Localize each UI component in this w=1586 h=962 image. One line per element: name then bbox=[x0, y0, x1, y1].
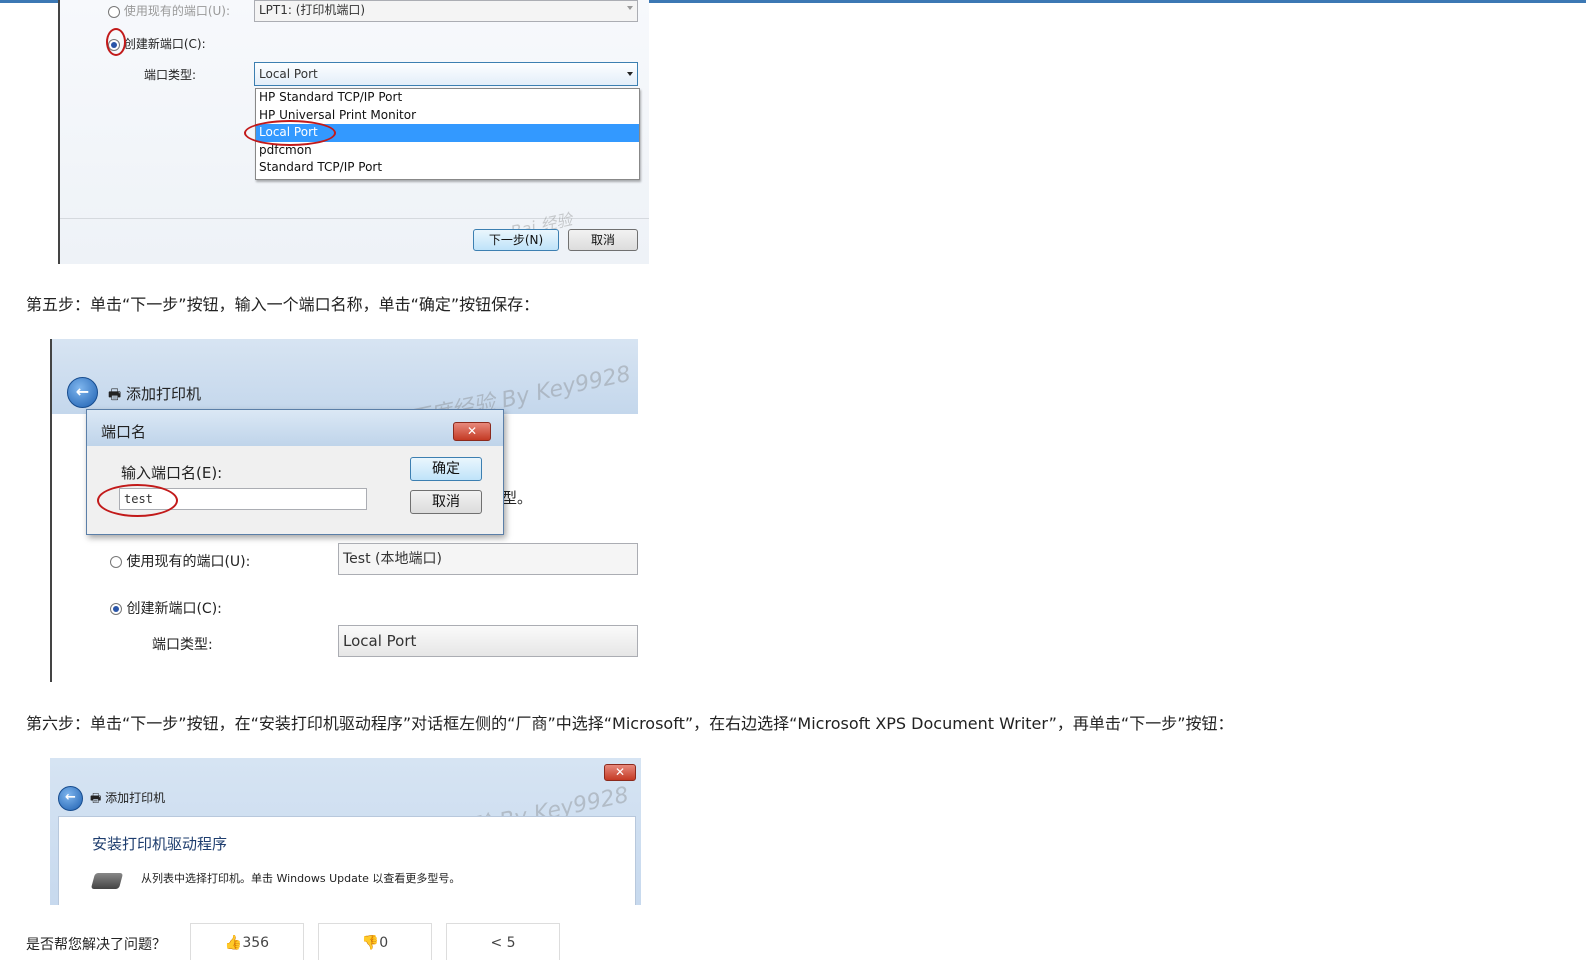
back-arrow-icon[interactable]: ← bbox=[67, 377, 98, 408]
radio-new-port[interactable]: 创建新端口(C): bbox=[110, 598, 222, 618]
port-type-label: 端口类型: bbox=[144, 68, 197, 82]
screenshot-port-name: ← 🖶 添加打印机 百度经验 By Key9928 型。 端口名 ✕ 输入端口名… bbox=[50, 339, 638, 682]
dislike-button[interactable]: 👎0 bbox=[318, 923, 432, 960]
radio-existing-port[interactable]: 使用现有的端口(U): bbox=[108, 2, 230, 19]
port-type-combo[interactable]: Local Port bbox=[254, 62, 638, 86]
port-type-option[interactable]: HP Standard TCP/IP Port bbox=[256, 89, 639, 107]
back-arrow-icon[interactable]: ← bbox=[58, 786, 83, 811]
dialog-titlebar bbox=[87, 410, 503, 446]
highlight-circle bbox=[106, 28, 126, 56]
printer-icon: 🖶 bbox=[108, 387, 122, 403]
window-title: 🖶 添加打印机 bbox=[90, 791, 166, 805]
heading: 安装打印机驱动程序 bbox=[92, 835, 228, 853]
existing-port-combo[interactable]: LPT1: (打印机端口) bbox=[254, 0, 638, 22]
ok-button[interactable]: 确定 bbox=[410, 457, 482, 481]
port-type-label: 端口类型: bbox=[152, 637, 213, 653]
port-type-option[interactable]: pdfcmon bbox=[256, 142, 639, 160]
step-6-text: 第六步：单击“下一步”按钮，在“安装打印机驱动程序”对话框左侧的“厂商”中选择“… bbox=[26, 714, 1234, 733]
cancel-button[interactable]: 取消 bbox=[410, 490, 482, 514]
share-icon: < bbox=[490, 935, 503, 951]
existing-port-field[interactable]: Test (本地端口) bbox=[338, 543, 638, 575]
close-icon[interactable]: ✕ bbox=[453, 422, 491, 441]
highlight-circle bbox=[244, 120, 336, 146]
printer-icon: 🖶 bbox=[90, 791, 102, 805]
content-panel: 安装打印机驱动程序 从列表中选择打印机。单击 Windows Update 以查… bbox=[58, 816, 636, 905]
radio-icon bbox=[110, 556, 122, 568]
screenshot-install-driver: ✕ ← 🖶 添加打印机 百度经验 By Key9928 安装打印机驱动程序 从列… bbox=[50, 758, 641, 905]
port-name-prompt: 输入端口名(E): bbox=[121, 464, 223, 482]
dialog-title: 端口名 bbox=[101, 423, 147, 441]
background-text: 型。 bbox=[502, 489, 533, 507]
radio-icon bbox=[108, 5, 120, 18]
cancel-button[interactable]: 取消 bbox=[568, 229, 638, 251]
highlight-circle bbox=[97, 484, 178, 517]
share-button[interactable]: < 5 bbox=[446, 923, 560, 960]
chevron-down-icon bbox=[627, 6, 633, 10]
thumbs-up-icon: 👍 bbox=[224, 935, 243, 951]
chevron-down-icon bbox=[627, 72, 633, 76]
next-button[interactable]: 下一步(N) bbox=[473, 229, 559, 251]
feedback-question: 是否帮您解决了问题？ bbox=[26, 937, 166, 953]
radio-icon bbox=[110, 603, 122, 615]
window-title: 🖶 添加打印机 bbox=[108, 385, 202, 403]
port-type-combo[interactable]: Local Port bbox=[338, 625, 638, 657]
port-type-option[interactable]: Standard TCP/IP Port bbox=[256, 159, 639, 177]
radio-existing-port[interactable]: 使用现有的端口(U): bbox=[110, 551, 250, 571]
printer-icon bbox=[90, 873, 124, 889]
like-button[interactable]: 👍356 bbox=[190, 923, 304, 960]
screenshot-port-dropdown: 使用现有的端口(U): LPT1: (打印机端口) 创建新端口(C): 端口类型… bbox=[58, 0, 649, 264]
description: 从列表中选择打印机。单击 Windows Update 以查看更多型号。 bbox=[141, 872, 461, 885]
step-5-text: 第五步：单击“下一步”按钮，输入一个端口名称，单击“确定”按钮保存： bbox=[26, 295, 540, 314]
thumbs-down-icon: 👎 bbox=[361, 935, 380, 951]
